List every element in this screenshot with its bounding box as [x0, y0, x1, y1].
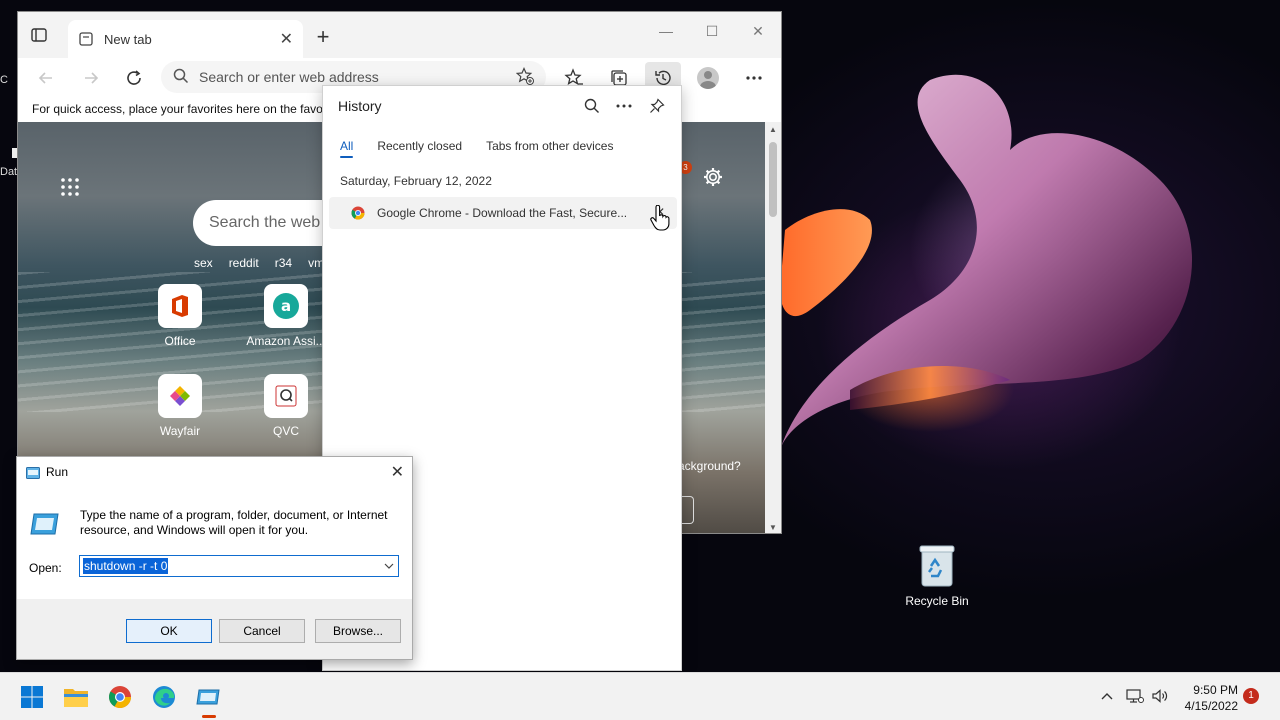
- history-tab-other-devices[interactable]: Tabs from other devices: [486, 139, 613, 158]
- run-dialog: Run ✕ Type the name of a program, folder…: [16, 456, 413, 660]
- browse-button[interactable]: Browse...: [315, 619, 401, 643]
- notification-badge[interactable]: 1: [1243, 688, 1259, 704]
- run-command-input[interactable]: shutdown -r -t 0: [79, 555, 399, 577]
- volume-icon[interactable]: [1151, 687, 1169, 705]
- start-button[interactable]: [18, 683, 46, 711]
- history-entry-title: Google Chrome - Download the Fast, Secur…: [377, 206, 628, 220]
- svg-text:a: a: [281, 297, 291, 315]
- scrollbar-thumb[interactable]: [769, 142, 777, 217]
- qvc-icon: [264, 374, 308, 418]
- maximize-button[interactable]: ☐: [689, 12, 735, 50]
- tile-label: Office: [164, 334, 196, 348]
- desktop-edge-label: C: [0, 74, 8, 86]
- quick-link[interactable]: r34: [275, 256, 292, 270]
- browser-titlebar: New tab ✕ + — ☐ ✕: [18, 12, 781, 58]
- history-tabs: All Recently closed Tabs from other devi…: [340, 139, 613, 158]
- run-open-label: Open:: [29, 561, 62, 575]
- hand-cursor-icon: [650, 204, 670, 231]
- wayfair-icon: [158, 374, 202, 418]
- office-icon: [158, 284, 202, 328]
- taskbar: 9:50 PM 4/15/2022 1: [0, 672, 1280, 720]
- history-entry[interactable]: Google Chrome - Download the Fast, Secur…: [329, 197, 677, 229]
- run-program-icon: [30, 510, 60, 538]
- tile-label: Wayfair: [159, 424, 201, 438]
- chevron-up-icon[interactable]: [1098, 687, 1116, 705]
- run-command-value[interactable]: shutdown -r -t 0: [83, 558, 169, 574]
- quick-link[interactable]: reddit: [229, 256, 259, 270]
- tab-title: New tab: [104, 31, 152, 47]
- forward-button[interactable]: [79, 66, 103, 90]
- recycle-bin-icon: [919, 544, 955, 588]
- tile-amazon-assistant[interactable]: a Amazon Assi...: [236, 284, 336, 348]
- taskbar-clock[interactable]: 9:50 PM 4/15/2022: [1180, 682, 1238, 714]
- search-icon: [173, 68, 189, 87]
- tile-label: QVC: [272, 424, 299, 438]
- run-taskbar-icon[interactable]: [194, 683, 222, 718]
- wallpaper-bloom-shape: [780, 74, 1193, 451]
- network-icon[interactable]: [1126, 687, 1144, 705]
- refresh-button[interactable]: [122, 66, 146, 90]
- history-tab-recently-closed[interactable]: Recently closed: [377, 139, 462, 158]
- quick-links: sex reddit r34 vmv: [194, 256, 330, 270]
- run-titlebar: Run ✕: [17, 457, 412, 487]
- scroll-down-arrow-icon[interactable]: ▼: [769, 523, 777, 532]
- more-options-icon[interactable]: [742, 66, 766, 90]
- desktop-edge-label: Dat: [0, 166, 18, 178]
- ok-button[interactable]: OK: [126, 619, 212, 643]
- quick-link[interactable]: sex: [194, 256, 213, 270]
- new-tab-button[interactable]: +: [312, 24, 334, 50]
- clock-date: 4/15/2022: [1184, 699, 1238, 713]
- recycle-bin-label: Recycle Bin: [905, 594, 969, 608]
- run-dialog-title: Run: [46, 465, 69, 479]
- history-search-icon[interactable]: [582, 96, 602, 116]
- file-explorer-icon[interactable]: [62, 683, 90, 711]
- tile-office[interactable]: Office: [130, 284, 230, 348]
- apps-launcher-icon[interactable]: [60, 177, 80, 197]
- run-app-icon: [26, 466, 40, 479]
- background-prompt-text: ackground?: [678, 459, 741, 473]
- cancel-button[interactable]: Cancel: [219, 619, 305, 643]
- history-more-options-icon[interactable]: [614, 96, 634, 116]
- pin-icon[interactable]: [647, 96, 667, 116]
- history-date-header: Saturday, February 12, 2022: [340, 174, 492, 188]
- recycle-bin-shortcut[interactable]: Recycle Bin: [897, 540, 977, 608]
- tile-label: Amazon Assi...: [246, 334, 326, 348]
- profile-avatar-icon[interactable]: [696, 66, 720, 90]
- minimize-button[interactable]: —: [643, 12, 689, 50]
- page-scrollbar[interactable]: ▲ ▼: [765, 122, 781, 533]
- run-description: Type the name of a program, folder, docu…: [80, 508, 388, 537]
- back-button[interactable]: [34, 66, 58, 90]
- amazon-assistant-icon: a: [264, 284, 308, 328]
- tile-wayfair[interactable]: Wayfair: [130, 374, 230, 438]
- address-input[interactable]: Search or enter web address: [199, 69, 379, 85]
- tab-actions-menu-icon[interactable]: [30, 26, 48, 44]
- run-close-button[interactable]: ✕: [391, 462, 404, 482]
- clock-time: 9:50 PM: [1193, 683, 1238, 697]
- tab-new-tab[interactable]: New tab ✕: [68, 20, 303, 58]
- chrome-favicon-icon: [351, 206, 365, 220]
- ntp-settings-gear-icon[interactable]: [702, 166, 724, 188]
- tab-close-icon[interactable]: ✕: [280, 29, 293, 49]
- edge-icon[interactable]: [150, 683, 178, 711]
- desktop-edge-icon[interactable]: [0, 148, 20, 158]
- tile-qvc[interactable]: QVC: [236, 374, 336, 438]
- page-icon: [78, 31, 94, 47]
- close-window-button[interactable]: ✕: [735, 12, 781, 50]
- history-title: History: [338, 98, 382, 114]
- chevron-down-icon[interactable]: [384, 556, 394, 584]
- history-tab-all[interactable]: All: [340, 139, 354, 158]
- run-body: Type the name of a program, folder, docu…: [17, 487, 412, 599]
- chrome-icon[interactable]: [106, 683, 134, 711]
- scroll-up-arrow-icon[interactable]: ▲: [769, 125, 777, 134]
